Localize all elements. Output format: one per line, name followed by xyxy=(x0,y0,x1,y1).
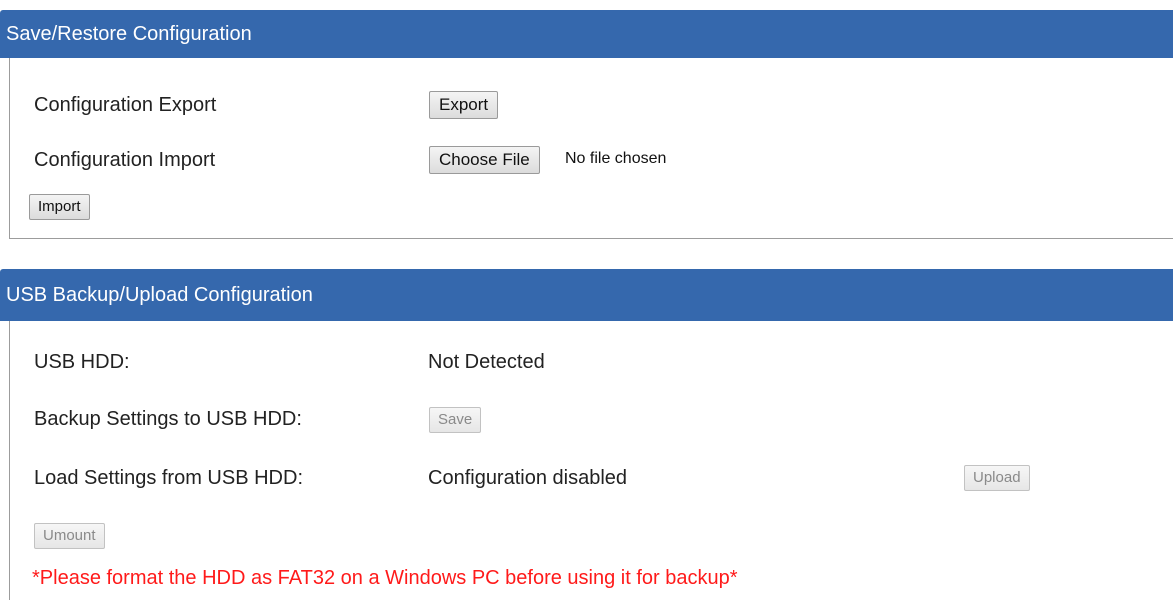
backup-settings-label: Backup Settings to USB HDD: xyxy=(34,408,302,430)
usb-backup-title: USB Backup/Upload Configuration xyxy=(6,284,313,306)
load-settings-label: Load Settings from USB HDD: xyxy=(34,467,303,489)
usb-backup-header: USB Backup/Upload Configuration xyxy=(0,269,1173,321)
upload-button[interactable]: Upload xyxy=(964,465,1030,491)
save-button[interactable]: Save xyxy=(429,407,482,433)
umount-button[interactable]: Umount xyxy=(34,523,105,549)
export-button[interactable]: Export xyxy=(429,91,499,119)
usb-hdd-status: Not Detected xyxy=(428,351,545,373)
format-warning: *Please format the HDD as FAT32 on a Win… xyxy=(32,567,738,589)
save-restore-header: Save/Restore Configuration xyxy=(0,10,1173,58)
file-status-text: No file chosen xyxy=(565,150,667,167)
save-restore-panel: Configuration Export Export Configuratio… xyxy=(9,58,1173,239)
configuration-import-label: Configuration Import xyxy=(34,149,216,171)
usb-hdd-label: USB HDD: xyxy=(34,351,130,373)
import-button[interactable]: Import xyxy=(29,194,90,220)
usb-backup-panel: USB HDD: Not Detected Backup Settings to… xyxy=(9,321,1173,600)
choose-file-button[interactable]: Choose File xyxy=(429,146,540,174)
save-restore-title: Save/Restore Configuration xyxy=(6,23,252,45)
configuration-export-label: Configuration Export xyxy=(34,94,217,116)
load-settings-status: Configuration disabled xyxy=(428,467,628,489)
